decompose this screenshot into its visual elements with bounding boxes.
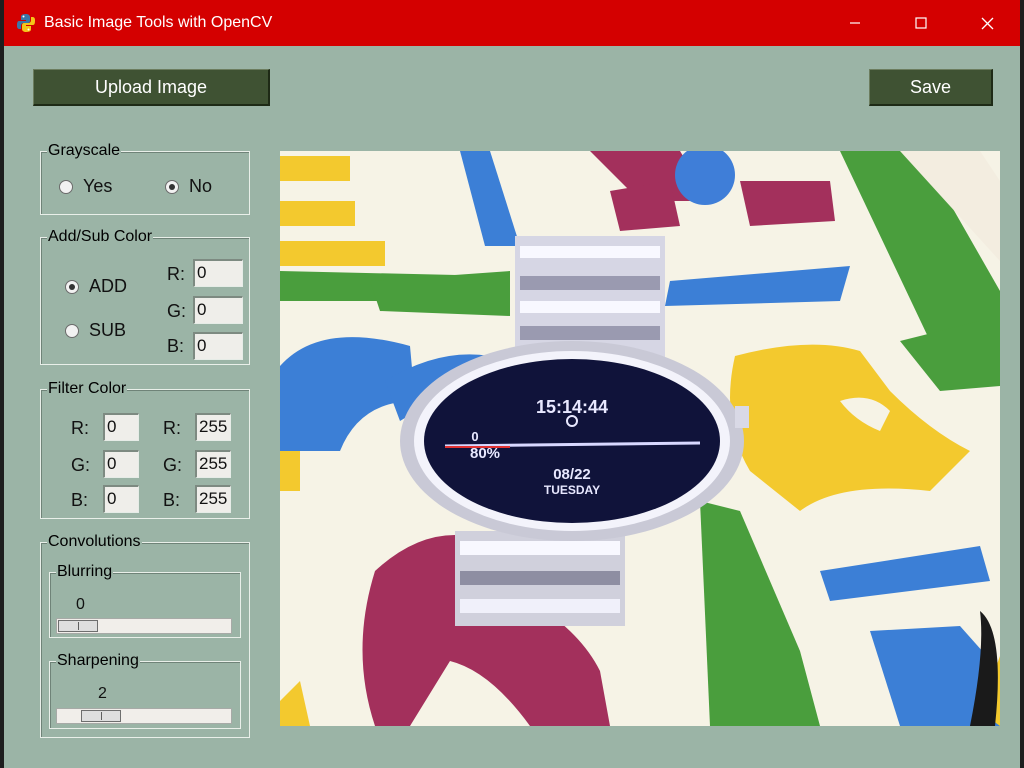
- radio-indicator-selected: [165, 179, 179, 194]
- radio-label: Yes: [83, 176, 113, 196]
- add-b-label: B:: [167, 336, 185, 356]
- sharpening-group: Sharpening 2: [49, 653, 241, 729]
- convolutions-legend: Convolutions: [47, 533, 142, 550]
- image-preview: 15:14:44 0 80% 08/22 TUESDAY: [280, 151, 1000, 726]
- filter-min-r-input[interactable]: 0: [103, 413, 139, 441]
- app-window: Basic Image Tools with OpenCV Upload Ima…: [4, 0, 1020, 768]
- filter-max-r-label: R:: [163, 418, 181, 438]
- radio-indicator: [65, 323, 79, 338]
- processed-image: 15:14:44 0 80% 08/22 TUESDAY: [280, 151, 1000, 726]
- grayscale-legend: Grayscale: [47, 142, 122, 159]
- filter-max-g-input[interactable]: 255: [195, 450, 231, 478]
- grayscale-no-radio[interactable]: No: [165, 176, 212, 197]
- filter-min-b-label: B:: [71, 490, 89, 510]
- minimize-button[interactable]: [822, 0, 888, 46]
- add-sub-color-group: Add/Sub Color ADD SUB R: G: B: 0 0 0: [40, 229, 250, 365]
- watch-battery: 80%: [470, 445, 500, 462]
- maximize-button[interactable]: [888, 0, 954, 46]
- watch-day: TUESDAY: [544, 483, 600, 497]
- radio-indicator: [59, 179, 73, 194]
- filter-color-group: Filter Color R: G: B: 0 0 0 R: G: B: 255…: [40, 381, 250, 519]
- radio-label: No: [189, 176, 213, 196]
- window-title: Basic Image Tools with OpenCV: [44, 14, 273, 31]
- watch-steps: 0: [471, 429, 478, 444]
- save-button[interactable]: Save: [869, 69, 993, 106]
- upload-image-button[interactable]: Upload Image: [33, 69, 270, 106]
- filter-max-b-input[interactable]: 255: [195, 485, 231, 513]
- add-g-label: G:: [167, 301, 187, 321]
- add-r-label: R:: [167, 264, 185, 284]
- filter-min-g-label: G:: [71, 455, 91, 475]
- sharpening-legend: Sharpening: [56, 652, 140, 669]
- sharpening-slider-trough[interactable]: [56, 708, 232, 724]
- minimize-icon: [850, 22, 860, 24]
- add-g-input[interactable]: 0: [193, 296, 243, 324]
- filter-color-legend: Filter Color: [47, 380, 128, 397]
- radio-indicator-selected: [65, 279, 79, 294]
- filter-max-r-input[interactable]: 255: [195, 413, 231, 441]
- blurring-legend: Blurring: [56, 563, 114, 580]
- close-icon: [981, 17, 993, 29]
- convolutions-group: Convolutions Blurring 0 Sharpening 2: [40, 534, 250, 738]
- title-bar[interactable]: Basic Image Tools with OpenCV: [4, 0, 1020, 46]
- add-radio[interactable]: ADD: [65, 276, 127, 297]
- grayscale-yes-radio[interactable]: Yes: [59, 176, 112, 197]
- filter-min-r-label: R:: [71, 418, 89, 438]
- radio-label: ADD: [89, 276, 128, 296]
- filter-min-g-input[interactable]: 0: [103, 450, 139, 478]
- add-r-input[interactable]: 0: [193, 259, 243, 287]
- grayscale-group: Grayscale Yes No: [40, 143, 250, 215]
- watch-time: 15:14:44: [536, 397, 608, 417]
- radio-label: SUB: [89, 320, 127, 340]
- filter-max-b-label: B:: [163, 490, 181, 510]
- sharpening-value: 2: [98, 685, 107, 702]
- blurring-value: 0: [76, 596, 85, 613]
- add-b-input[interactable]: 0: [193, 332, 243, 360]
- python-app-icon: [17, 14, 35, 32]
- sub-radio[interactable]: SUB: [65, 320, 126, 341]
- add-sub-color-legend: Add/Sub Color: [47, 228, 154, 245]
- filter-min-b-input[interactable]: 0: [103, 485, 139, 513]
- filter-max-g-label: G:: [163, 455, 183, 475]
- blurring-slider-trough[interactable]: [56, 618, 232, 634]
- sharpening-slider-thumb[interactable]: [81, 710, 121, 722]
- close-button[interactable]: [954, 0, 1020, 46]
- watch-date: 08/22: [553, 466, 591, 483]
- blurring-slider-thumb[interactable]: [58, 620, 98, 632]
- maximize-icon: [915, 17, 927, 29]
- blurring-group: Blurring 0: [49, 564, 241, 638]
